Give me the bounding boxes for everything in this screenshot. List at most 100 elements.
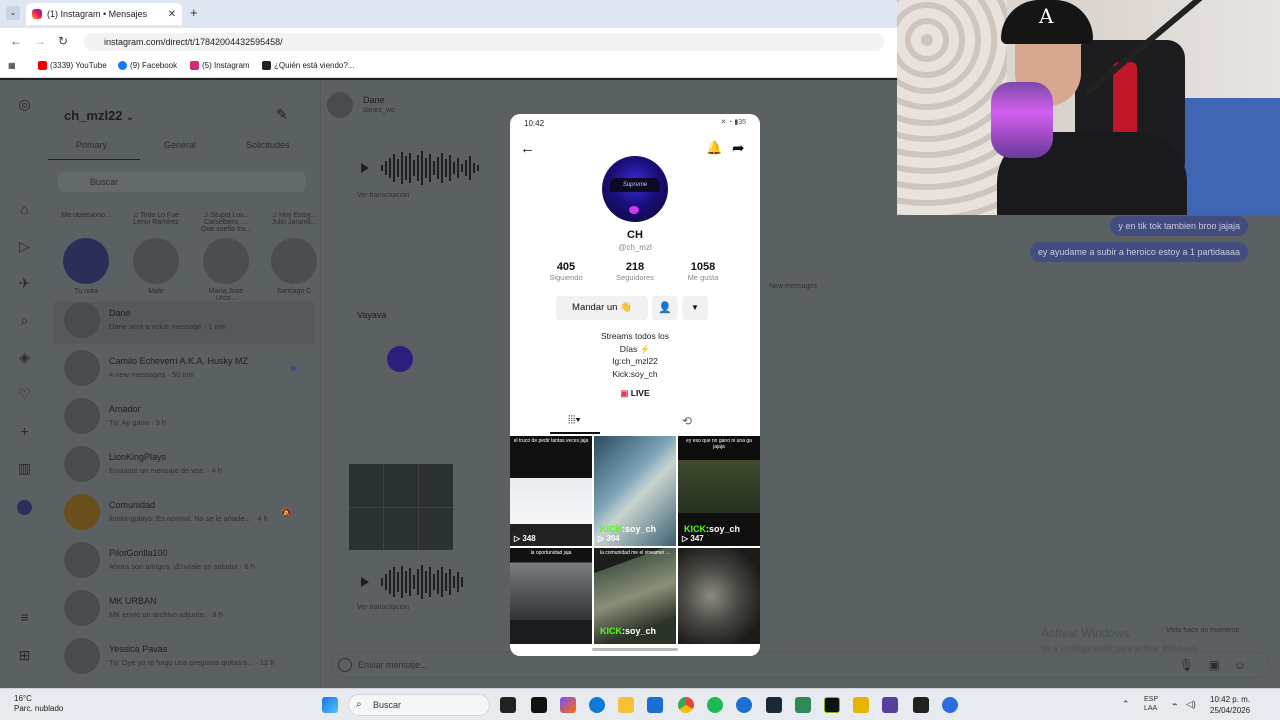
stat-followers[interactable]: 218 Seguidores bbox=[605, 261, 665, 282]
message-input[interactable]: Enviar mensaje... 🎙 ▣ ☺ bbox=[331, 652, 1271, 678]
apps-icon[interactable]: ⊞ bbox=[17, 648, 32, 663]
nvidia-icon[interactable] bbox=[824, 697, 840, 713]
video-thumbnail[interactable]: el truco de pedir tantas veces jaja ▷ 34… bbox=[510, 436, 592, 546]
search-icon[interactable]: ⌕ bbox=[17, 313, 32, 328]
profile-avatar[interactable]: Supreme bbox=[602, 156, 668, 222]
search-input[interactable]: Buscar bbox=[58, 172, 306, 192]
videos-grid-tab-icon[interactable]: ⦙⦙⦙▾ bbox=[568, 414, 581, 427]
instagram-logo-icon[interactable]: ◎ bbox=[17, 97, 32, 112]
app-icon[interactable] bbox=[882, 697, 898, 713]
note-item[interactable]: ♫ Todo Lo Fue Lenin Ramírez Mafe bbox=[130, 212, 182, 295]
voice-message[interactable] bbox=[361, 564, 463, 600]
system-clock[interactable]: 10:42 p. m. 25/04/2026 bbox=[1210, 694, 1250, 716]
more-menu-icon[interactable]: ≡ bbox=[17, 610, 32, 625]
dashboard-icon[interactable]: ▥ bbox=[17, 461, 32, 476]
notifications-heart-icon[interactable]: ♡ bbox=[17, 387, 32, 402]
store-icon[interactable] bbox=[647, 697, 663, 713]
play-icon[interactable] bbox=[361, 163, 369, 173]
transcription-link[interactable]: Ver transcripción bbox=[357, 604, 409, 611]
video-thumbnail[interactable]: ey eso que no gano ni una ga jajaja KICK… bbox=[678, 436, 760, 546]
bookmark-youtube[interactable]: (3339) YouTube bbox=[38, 61, 107, 70]
stat-following[interactable]: 405 Siguiendo bbox=[536, 261, 596, 282]
bookmark-facebook[interactable]: (9) Facebook bbox=[118, 61, 177, 70]
emoji-icon[interactable] bbox=[338, 658, 352, 672]
messages-icon[interactable]: ✈ bbox=[17, 276, 32, 291]
app-icon[interactable] bbox=[853, 697, 869, 713]
bookmark-instagram[interactable]: (5) Instagram bbox=[190, 61, 250, 70]
add-friend-button[interactable]: 👤 bbox=[652, 296, 678, 320]
back-arrow-icon[interactable]: ← bbox=[520, 140, 535, 157]
reload-icon[interactable]: ↻ bbox=[58, 34, 68, 48]
live-link[interactable]: ▣ LIVE bbox=[510, 388, 760, 399]
message-bubble[interactable]: ey ayudame a subir a heroico estoy a 1 p… bbox=[1029, 242, 1248, 262]
conversation-item[interactable]: Amador Tú: Ay gano · 3 h bbox=[64, 398, 314, 440]
profile-avatar[interactable] bbox=[17, 500, 32, 515]
tiktok-icon[interactable] bbox=[531, 697, 547, 713]
browser-tab-instagram[interactable]: (1) Instagram • Mensajes ✕ bbox=[26, 3, 182, 25]
message-bubble[interactable]: y en tik tok tambien broo jajaja bbox=[1110, 216, 1248, 236]
app-icon[interactable] bbox=[736, 697, 752, 713]
conversation-item[interactable]: Camilo Echeverri A.K.A. Husky MZ 4 new me… bbox=[64, 350, 314, 392]
weather-widget[interactable]: 16°C Parc. nublado bbox=[14, 694, 63, 714]
copilot-icon[interactable] bbox=[560, 697, 576, 713]
video-thumbnail[interactable]: la oportunidad jaja bbox=[510, 548, 592, 644]
voice-message[interactable] bbox=[361, 150, 479, 186]
conversation-item[interactable]: Yessica Pavas Tú: Oye yo te hago una preg… bbox=[64, 638, 314, 680]
reposts-tab-icon[interactable]: ⟲ bbox=[682, 414, 692, 428]
reels-icon[interactable]: ▷ bbox=[17, 239, 32, 254]
file-explorer-icon[interactable] bbox=[618, 697, 634, 713]
tab-primary[interactable]: Primary bbox=[76, 140, 107, 150]
conversation-item[interactable]: Dane Dane sent a voice message · 1 min bbox=[54, 302, 314, 344]
shared-profile-preview[interactable] bbox=[349, 338, 453, 478]
more-dropdown-button[interactable]: ▼ bbox=[682, 296, 708, 320]
language-indicator[interactable]: ESP LAA bbox=[1144, 695, 1158, 713]
bookmark-who-is-watching[interactable]: ¿Quién está viendo?... bbox=[262, 61, 355, 70]
epic-games-icon[interactable] bbox=[913, 697, 929, 713]
explore-icon[interactable]: ◈ bbox=[17, 350, 32, 365]
url-field[interactable]: instagram.com/direct/t/17842004432595458… bbox=[84, 33, 884, 51]
edge-icon[interactable] bbox=[589, 697, 605, 713]
steam-icon[interactable] bbox=[766, 697, 782, 713]
new-message-icon[interactable]: ✎ bbox=[276, 106, 288, 123]
tab-general[interactable]: General bbox=[164, 140, 196, 150]
show-hidden-icons[interactable]: ⌃ bbox=[1122, 699, 1130, 710]
note-item[interactable]: ♫ Stupid Lov... Carselbero, ... Que sueñ… bbox=[200, 212, 252, 302]
microphone-icon[interactable]: 🎙 bbox=[1179, 658, 1194, 672]
taskbar-search[interactable]: ⌕ Buscar bbox=[348, 694, 490, 716]
app-icon[interactable] bbox=[942, 697, 958, 713]
chrome-icon[interactable] bbox=[678, 697, 694, 713]
shared-video-grid[interactable] bbox=[349, 464, 453, 550]
close-tab-icon[interactable]: ✕ bbox=[168, 9, 176, 20]
play-icon[interactable] bbox=[361, 577, 369, 587]
volume-icon[interactable]: ◁) bbox=[1186, 699, 1196, 710]
tab-search-menu-icon[interactable]: ⌄ bbox=[6, 6, 20, 20]
transcription-link[interactable]: Ver transcripción bbox=[357, 192, 409, 199]
video-thumbnail[interactable]: la comunidad me el streamer ... KICK:soy… bbox=[594, 548, 676, 644]
tab-requests[interactable]: Solicitudes bbox=[246, 140, 290, 150]
conversation-item[interactable]: LionKingPlays Enviaste un mensaje de voz.… bbox=[64, 446, 314, 488]
share-icon[interactable]: ➦ bbox=[732, 139, 745, 157]
sticker-icon[interactable]: ☺ bbox=[1234, 658, 1246, 672]
task-view-icon[interactable] bbox=[500, 697, 516, 713]
note-item[interactable]: Me obsesiono... Tu nota bbox=[60, 212, 112, 295]
note-item[interactable]: ♫ Hoy Estoy... Julio Jaramil... Santiago … bbox=[268, 212, 320, 295]
home-icon[interactable]: ⌂ bbox=[17, 202, 32, 217]
video-thumbnail[interactable]: KICK:soy_ch ▷ 304 bbox=[594, 436, 676, 546]
network-icon[interactable]: ⌁ bbox=[1172, 699, 1177, 710]
spotify-icon[interactable] bbox=[707, 697, 723, 713]
image-icon[interactable]: ▣ bbox=[1209, 658, 1220, 672]
conversation-item[interactable]: Comunidad lionkingplays: Es normal. No se… bbox=[64, 494, 314, 536]
apps-grid-icon[interactable]: ▦ bbox=[8, 61, 16, 70]
stat-likes[interactable]: 1058 Me gusta bbox=[673, 261, 733, 282]
new-tab-button[interactable]: + bbox=[190, 5, 198, 20]
video-thumbnail[interactable] bbox=[678, 548, 760, 644]
app-icon[interactable] bbox=[795, 697, 811, 713]
account-switcher[interactable]: ch_mzl22 ⌄ bbox=[64, 108, 134, 123]
create-icon[interactable]: + bbox=[17, 424, 32, 439]
forward-icon[interactable]: → bbox=[34, 34, 46, 48]
windows-start-icon[interactable] bbox=[322, 697, 338, 713]
bell-icon[interactable]: 🔔 bbox=[706, 140, 722, 156]
message-button[interactable]: Mandar un 👋 bbox=[556, 296, 648, 320]
conversation-item[interactable]: PilotGorilla100 Ahora son amigos. ¡Envíal… bbox=[64, 542, 314, 584]
back-icon[interactable]: ← bbox=[10, 34, 22, 48]
